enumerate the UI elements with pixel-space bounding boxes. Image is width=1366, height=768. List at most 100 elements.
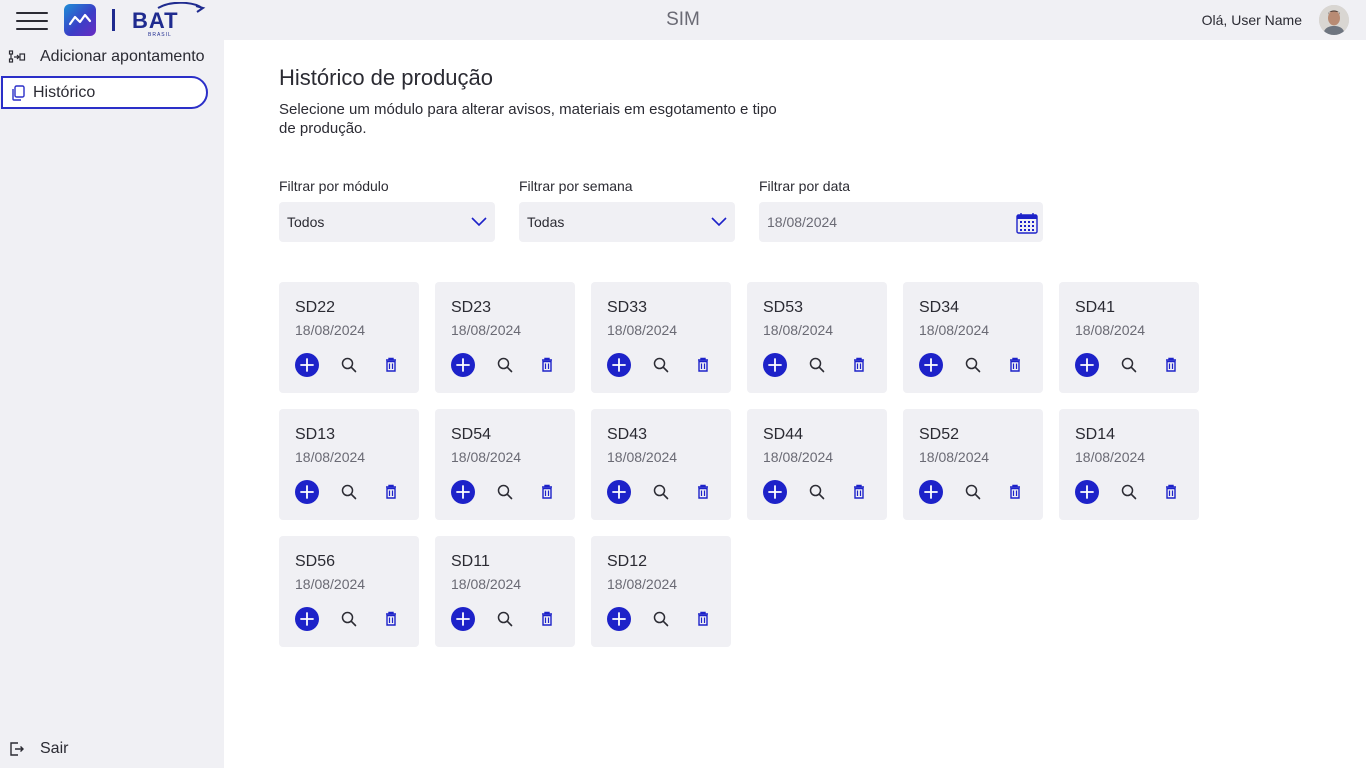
- view-button[interactable]: [649, 480, 673, 504]
- view-button[interactable]: [493, 607, 517, 631]
- plus-icon: [919, 480, 943, 504]
- view-button[interactable]: [337, 353, 361, 377]
- calendar-icon[interactable]: [1015, 211, 1039, 235]
- view-button[interactable]: [337, 480, 361, 504]
- delete-button[interactable]: [847, 353, 871, 377]
- module-name: SD52: [919, 426, 960, 443]
- view-button[interactable]: [961, 353, 985, 377]
- add-button[interactable]: [295, 480, 319, 504]
- chevron-down-icon: [711, 214, 727, 230]
- view-button[interactable]: [1117, 353, 1141, 377]
- module-card[interactable]: SD44 18/08/2024: [747, 409, 887, 520]
- add-button[interactable]: [295, 353, 319, 377]
- module-card[interactable]: SD12 18/08/2024: [591, 536, 731, 647]
- module-card[interactable]: SD41 18/08/2024: [1059, 282, 1199, 393]
- trash-icon: [535, 480, 559, 504]
- module-name: SD41: [1075, 299, 1116, 316]
- delete-button[interactable]: [1159, 480, 1183, 504]
- module-filter-select[interactable]: Todos: [279, 202, 495, 242]
- delete-button[interactable]: [1003, 480, 1027, 504]
- delete-button[interactable]: [535, 607, 559, 631]
- search-icon: [1117, 353, 1141, 377]
- module-card[interactable]: SD43 18/08/2024: [591, 409, 731, 520]
- trash-icon: [379, 607, 403, 631]
- add-button[interactable]: [607, 480, 631, 504]
- delete-button[interactable]: [1159, 353, 1183, 377]
- add-button[interactable]: [763, 480, 787, 504]
- search-icon: [649, 607, 673, 631]
- view-button[interactable]: [649, 353, 673, 377]
- add-button[interactable]: [1075, 353, 1099, 377]
- delete-button[interactable]: [691, 607, 715, 631]
- plus-icon: [607, 353, 631, 377]
- search-icon: [805, 480, 829, 504]
- top-bar: BAT BRASIL SIM Olá, User Name: [0, 0, 1366, 40]
- delete-button[interactable]: [379, 607, 403, 631]
- date-filter: [759, 202, 1043, 242]
- add-button[interactable]: [451, 607, 475, 631]
- trash-icon: [1003, 353, 1027, 377]
- module-name: SD14: [1075, 426, 1116, 443]
- delete-button[interactable]: [691, 353, 715, 377]
- copy-icon: [9, 84, 27, 102]
- sidebar-item-label: Adicionar apontamento: [40, 48, 205, 65]
- module-card[interactable]: SD33 18/08/2024: [591, 282, 731, 393]
- add-button[interactable]: [295, 607, 319, 631]
- view-button[interactable]: [805, 480, 829, 504]
- module-card[interactable]: SD13 18/08/2024: [279, 409, 419, 520]
- view-button[interactable]: [961, 480, 985, 504]
- user-greeting: Olá, User Name: [1201, 12, 1302, 28]
- delete-button[interactable]: [847, 480, 871, 504]
- module-name: SD54: [451, 426, 492, 443]
- delete-button[interactable]: [691, 480, 715, 504]
- delete-button[interactable]: [535, 480, 559, 504]
- brand-logo: BAT BRASIL: [128, 1, 206, 38]
- view-button[interactable]: [493, 353, 517, 377]
- menu-icon[interactable]: [16, 10, 48, 32]
- view-button[interactable]: [805, 353, 829, 377]
- module-card[interactable]: SD54 18/08/2024: [435, 409, 575, 520]
- add-button[interactable]: [451, 480, 475, 504]
- plus-icon: [451, 480, 475, 504]
- delete-button[interactable]: [535, 353, 559, 377]
- module-card[interactable]: SD23 18/08/2024: [435, 282, 575, 393]
- trash-icon: [379, 353, 403, 377]
- module-card[interactable]: SD56 18/08/2024: [279, 536, 419, 647]
- add-button[interactable]: [607, 353, 631, 377]
- add-entry-icon: [8, 48, 26, 66]
- plus-icon: [295, 480, 319, 504]
- module-date: 18/08/2024: [607, 576, 678, 592]
- logout-button[interactable]: Sair: [0, 732, 224, 766]
- view-button[interactable]: [1117, 480, 1141, 504]
- view-button[interactable]: [493, 480, 517, 504]
- date-filter-input[interactable]: [759, 202, 1043, 242]
- plus-icon: [763, 353, 787, 377]
- module-card[interactable]: SD34 18/08/2024: [903, 282, 1043, 393]
- search-icon: [337, 607, 361, 631]
- module-name: SD43: [607, 426, 648, 443]
- week-filter-select[interactable]: Todas: [519, 202, 735, 242]
- add-button[interactable]: [763, 353, 787, 377]
- sidebar-item-add-entry[interactable]: Adicionar apontamento: [0, 40, 224, 74]
- add-button[interactable]: [919, 353, 943, 377]
- view-button[interactable]: [649, 607, 673, 631]
- add-button[interactable]: [1075, 480, 1099, 504]
- module-card[interactable]: SD53 18/08/2024: [747, 282, 887, 393]
- trash-icon: [691, 480, 715, 504]
- avatar[interactable]: [1319, 5, 1349, 35]
- delete-button[interactable]: [1003, 353, 1027, 377]
- module-name: SD44: [763, 426, 804, 443]
- module-card[interactable]: SD52 18/08/2024: [903, 409, 1043, 520]
- search-icon: [337, 353, 361, 377]
- delete-button[interactable]: [379, 480, 403, 504]
- delete-button[interactable]: [379, 353, 403, 377]
- add-button[interactable]: [919, 480, 943, 504]
- sidebar-item-history[interactable]: Histórico: [1, 76, 208, 109]
- module-card[interactable]: SD11 18/08/2024: [435, 536, 575, 647]
- add-button[interactable]: [451, 353, 475, 377]
- view-button[interactable]: [337, 607, 361, 631]
- module-card[interactable]: SD22 18/08/2024: [279, 282, 419, 393]
- module-card[interactable]: SD14 18/08/2024: [1059, 409, 1199, 520]
- add-button[interactable]: [607, 607, 631, 631]
- plus-icon: [451, 353, 475, 377]
